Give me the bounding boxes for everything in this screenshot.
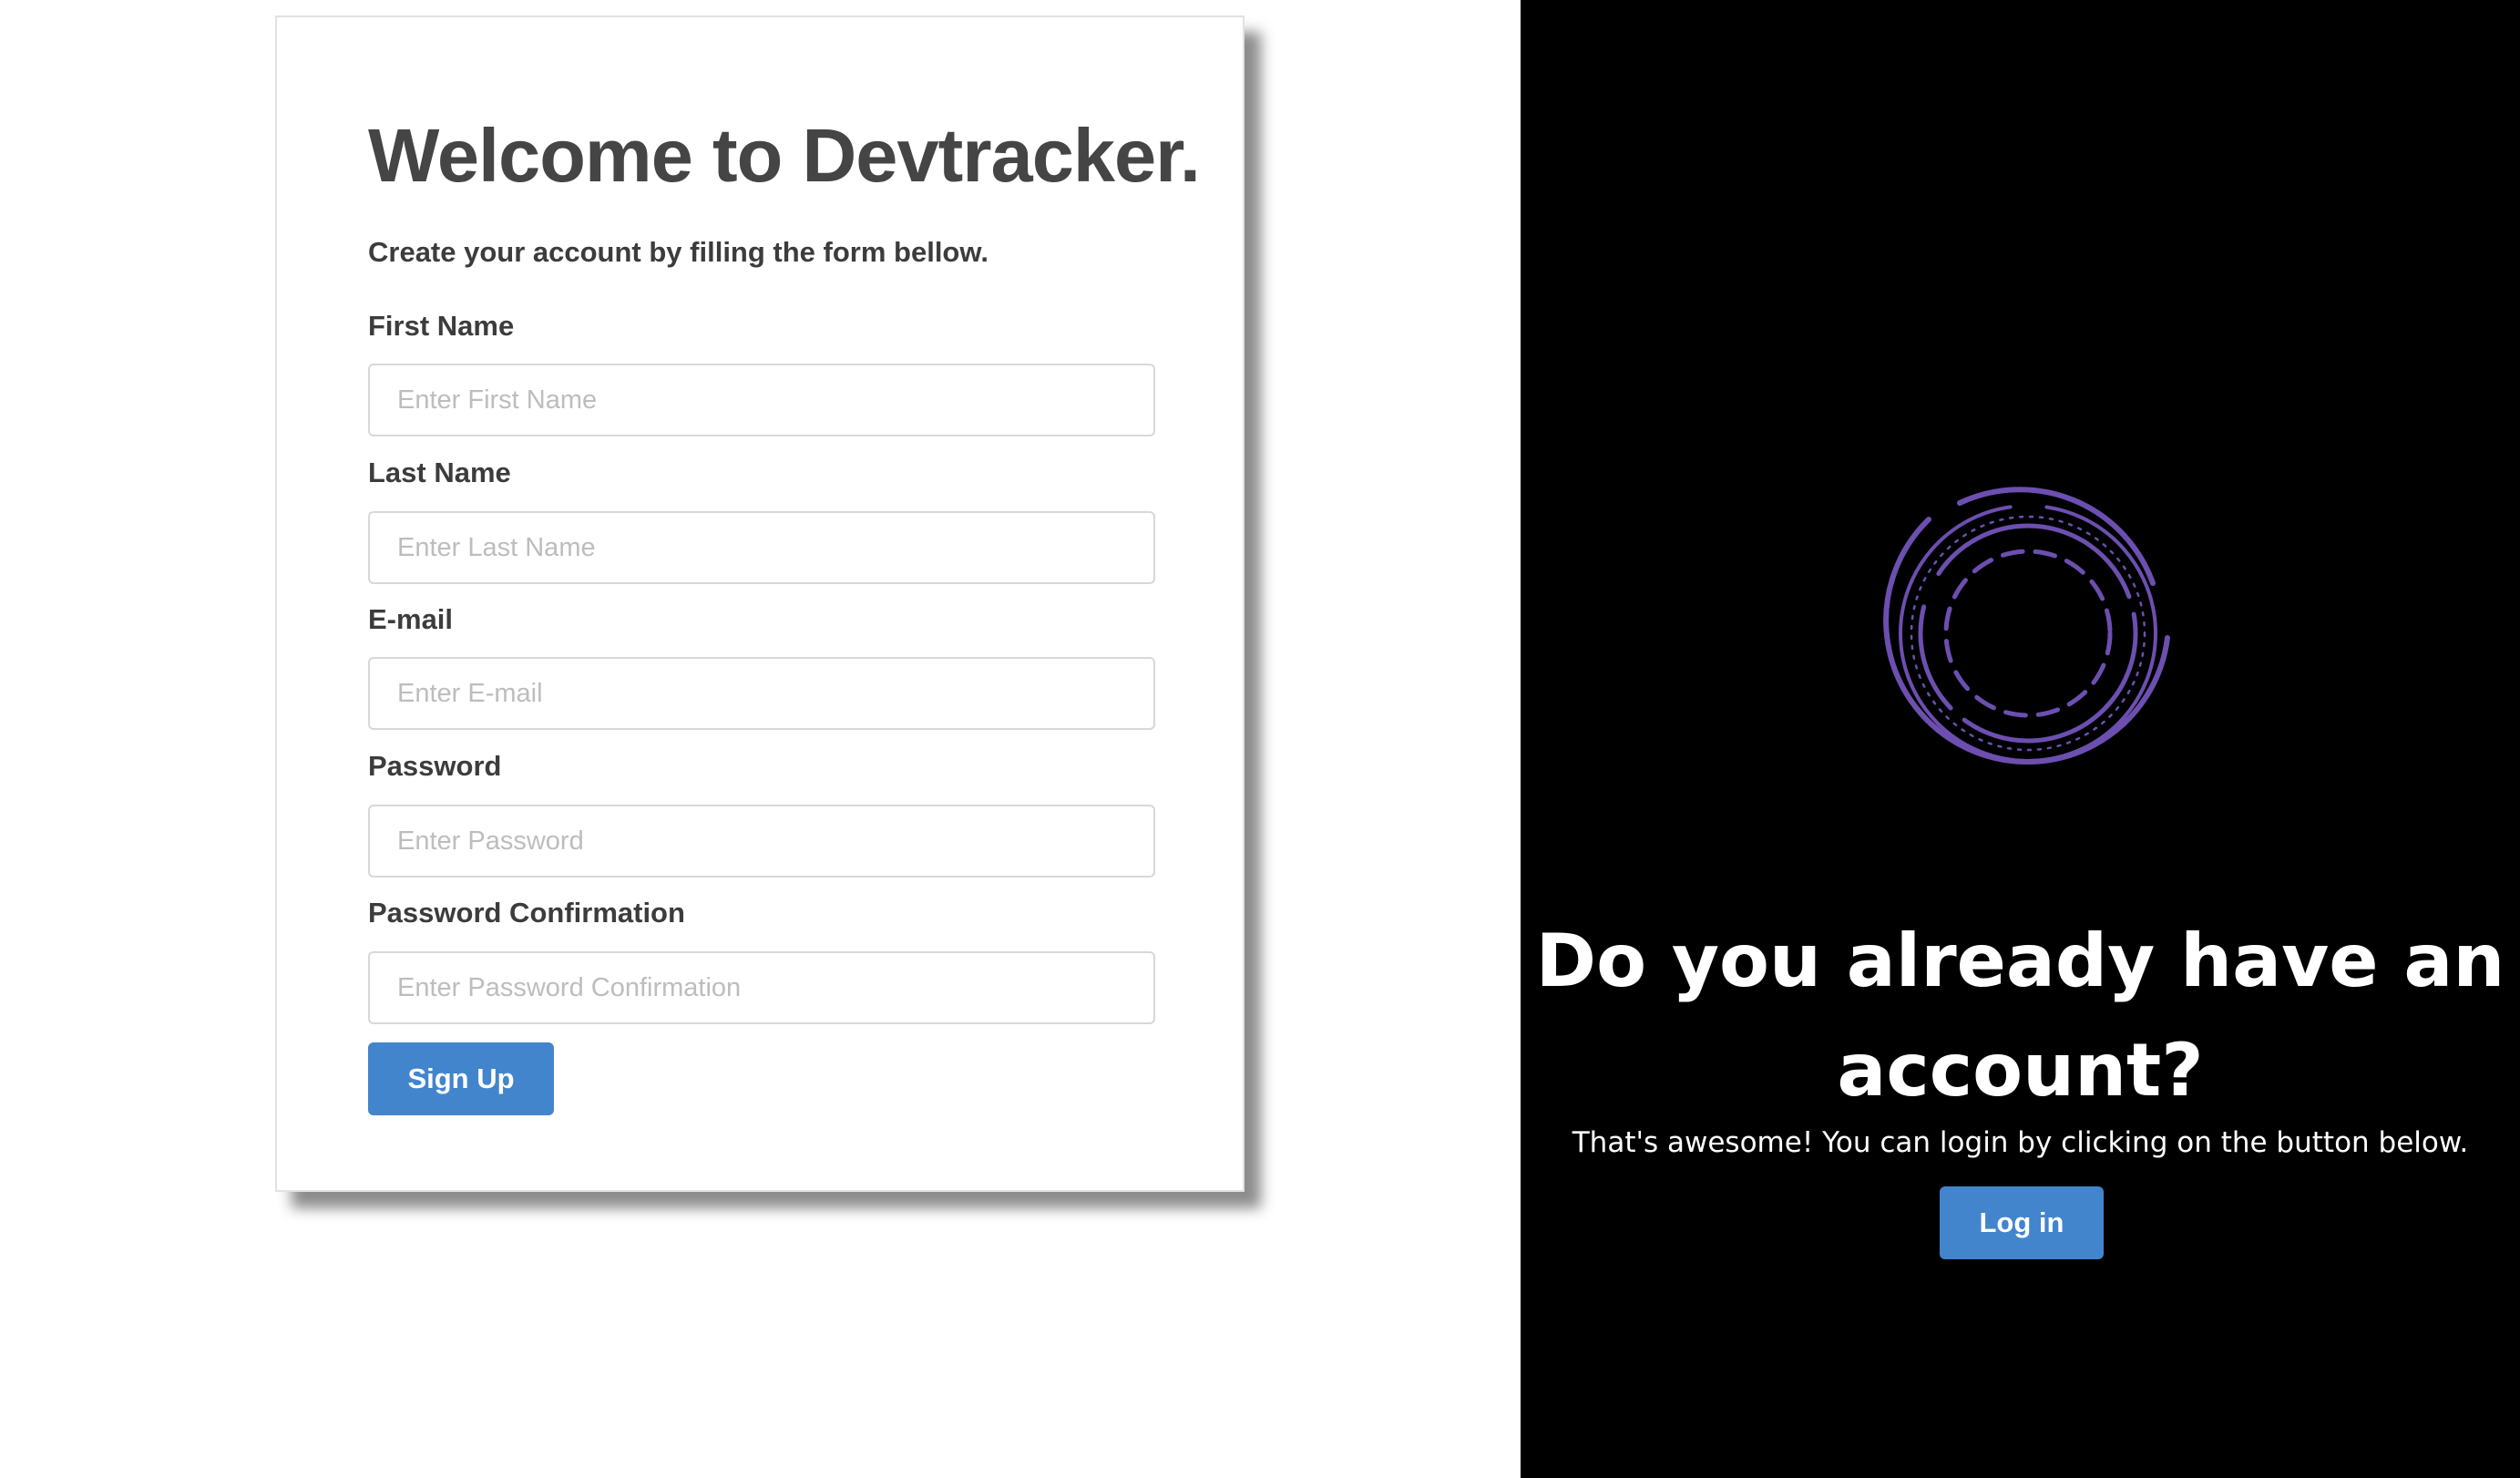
concentric-rings-logo-icon bbox=[1883, 487, 2170, 765]
last-name-field[interactable] bbox=[368, 511, 1155, 584]
password-confirmation-field[interactable] bbox=[368, 951, 1155, 1024]
last-name-label: Last Name bbox=[368, 457, 511, 488]
page: Welcome to Devtracker. Create your accou… bbox=[0, 0, 2520, 1478]
password-confirmation-label: Password Confirmation bbox=[368, 897, 685, 929]
login-subtitle: That's awesome! You can login by clickin… bbox=[1572, 1126, 2469, 1159]
email-field[interactable] bbox=[368, 657, 1155, 730]
email-label: E-mail bbox=[368, 603, 454, 635]
page-title: Welcome to Devtracker. bbox=[368, 113, 1201, 198]
password-field[interactable] bbox=[368, 805, 1155, 878]
signup-pane: Welcome to Devtracker. Create your accou… bbox=[0, 0, 1521, 1478]
sign-up-button[interactable]: Sign Up bbox=[368, 1042, 554, 1115]
log-in-button[interactable]: Log in bbox=[1940, 1186, 2104, 1259]
first-name-field[interactable] bbox=[368, 364, 1155, 436]
first-name-label: First Name bbox=[368, 310, 515, 342]
password-label: Password bbox=[368, 750, 502, 782]
login-title: Do you already have an account? bbox=[1535, 919, 2505, 1113]
signup-card: Welcome to Devtracker. Create your accou… bbox=[275, 15, 1245, 1192]
login-pane: Do you already have an account? That's a… bbox=[1521, 0, 2520, 1478]
form-subtitle: Create your account by filling the form … bbox=[368, 236, 989, 268]
